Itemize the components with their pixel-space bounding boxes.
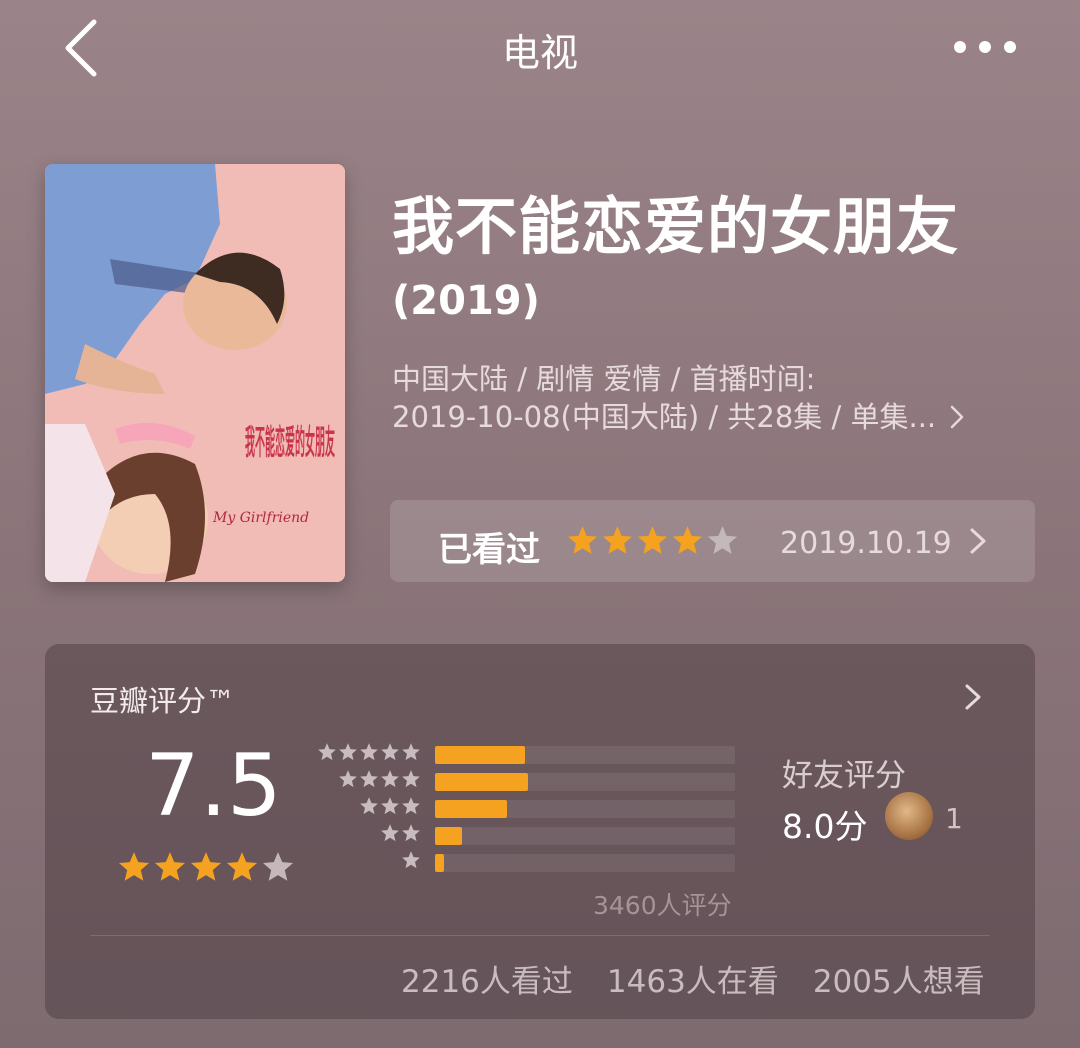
star-icon xyxy=(707,526,738,554)
star-icon xyxy=(402,851,420,869)
dist-track xyxy=(435,800,735,818)
dist-stars xyxy=(317,796,421,816)
poster-image[interactable]: 我不能恋爱的女朋友 My Girlfriend xyxy=(45,164,345,582)
star-icon xyxy=(672,526,703,554)
dist-bar-5 xyxy=(435,746,525,764)
score-stars xyxy=(117,850,295,884)
star-icon xyxy=(360,770,378,788)
dist-bar-2 xyxy=(435,827,462,845)
movie-title: 我不能恋爱的女朋友 xyxy=(392,190,960,263)
star-icon xyxy=(118,852,150,881)
star-icon xyxy=(381,770,399,788)
star-icon xyxy=(381,743,399,761)
star-icon xyxy=(262,852,294,881)
watched-label: 已看过 xyxy=(438,530,540,570)
chevron-right-icon[interactable] xyxy=(963,682,983,712)
dist-bar-4 xyxy=(435,773,528,791)
star-icon xyxy=(567,526,598,554)
star-icon xyxy=(360,743,378,761)
friend-rating-label: 好友评分 xyxy=(782,758,906,794)
dist-bar-1 xyxy=(435,854,444,872)
star-icon xyxy=(226,852,258,881)
divider xyxy=(90,935,990,936)
poster-art: 我不能恋爱的女朋友 My Girlfriend xyxy=(45,164,345,582)
star-icon xyxy=(602,526,633,554)
movie-year: (2019) xyxy=(392,278,540,324)
dist-track xyxy=(435,827,735,845)
star-icon xyxy=(402,797,420,815)
star-icon xyxy=(381,824,399,842)
star-icon xyxy=(190,852,222,881)
star-icon xyxy=(637,526,668,554)
dist-bar-3 xyxy=(435,800,507,818)
star-icon xyxy=(339,743,357,761)
user-rating-stars xyxy=(566,524,739,557)
star-icon xyxy=(402,770,420,788)
chevron-right-icon xyxy=(951,405,964,429)
star-icon xyxy=(402,743,420,761)
poster-english-title: My Girlfriend xyxy=(212,510,309,526)
star-icon xyxy=(339,770,357,788)
rating-score: 7.5 xyxy=(145,736,282,836)
rating-count: 3460人评分 xyxy=(593,891,732,920)
friend-avatar[interactable] xyxy=(885,792,933,840)
dist-stars xyxy=(317,742,421,762)
watched-date: 2019.10.19 xyxy=(780,526,952,561)
star-icon xyxy=(381,797,399,815)
douban-rating-card: 豆瓣评分™ 7.5 3460人评分 好友评分 8.0分 1 2216人看过 14… xyxy=(45,644,1035,1019)
dist-track xyxy=(435,854,735,872)
friend-rating-score: 8.0分 xyxy=(782,807,868,846)
star-icon xyxy=(154,852,186,881)
meta-line-2: 2019-10-08(中国大陆) / 共28集 / 单集... xyxy=(392,398,1012,436)
stat-watching[interactable]: 1463人在看 xyxy=(607,956,779,1001)
stat-watched[interactable]: 2216人看过 xyxy=(401,956,573,1001)
more-dots-icon[interactable] xyxy=(950,30,1020,64)
dist-stars xyxy=(317,850,421,870)
star-icon xyxy=(318,743,336,761)
dist-track xyxy=(435,773,735,791)
watched-status-bar[interactable]: 已看过 2019.10.19 xyxy=(390,500,1035,582)
meta-line-1: 中国大陆 / 剧情 爱情 / 首播时间: xyxy=(392,362,816,396)
dist-stars xyxy=(317,769,421,789)
watch-stats: 2216人看过 1463人在看 2005人想看 xyxy=(401,956,985,1001)
friend-count: 1 xyxy=(945,802,963,835)
stat-want[interactable]: 2005人想看 xyxy=(813,956,985,1001)
dist-stars xyxy=(317,823,421,843)
movie-meta[interactable]: 中国大陆 / 剧情 爱情 / 首播时间: 2019-10-08(中国大陆) / … xyxy=(392,360,1012,436)
star-icon xyxy=(360,797,378,815)
page-title: 电视 xyxy=(501,31,578,75)
star-icon xyxy=(402,824,420,842)
poster-title-art: 我不能恋爱的女朋友 xyxy=(245,423,335,463)
chevron-right-icon xyxy=(970,528,986,554)
rating-card-title: 豆瓣评分™ xyxy=(90,684,236,718)
dist-track xyxy=(435,746,735,764)
meta-line-2-text: 2019-10-08(中国大陆) / 共28集 / 单集... xyxy=(392,400,937,434)
